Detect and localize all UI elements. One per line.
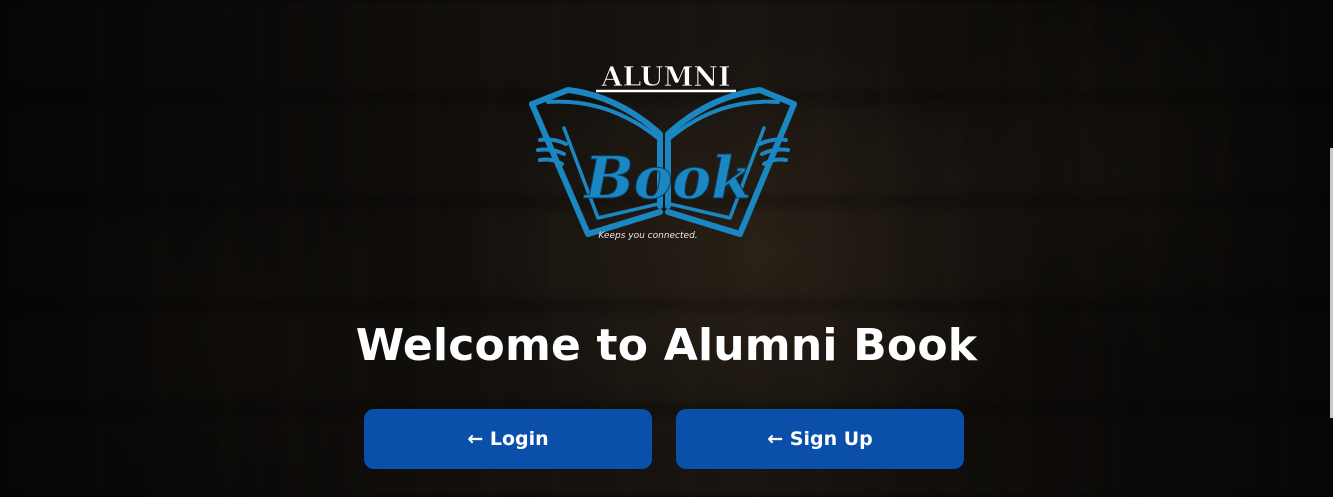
page-title: Welcome to Alumni Book bbox=[355, 320, 978, 371]
landing-page: ALUMNI Book Keeps you connected. Welcome… bbox=[0, 0, 1333, 497]
login-button[interactable]: ← Login bbox=[364, 409, 652, 469]
alumni-book-logo: ALUMNI Book Keeps you connected. bbox=[528, 58, 798, 244]
right-hand-icon bbox=[758, 137, 790, 166]
signup-button[interactable]: ← Sign Up bbox=[676, 409, 964, 469]
logo-tagline: Keeps you connected. bbox=[598, 231, 697, 241]
logo-alumni-text: ALUMNI bbox=[600, 62, 730, 93]
logo-book-text: Book bbox=[583, 144, 752, 212]
